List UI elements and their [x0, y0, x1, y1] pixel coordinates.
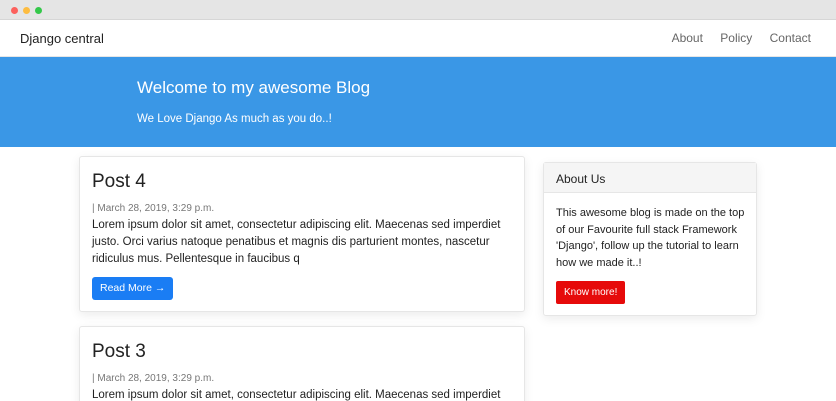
post-excerpt: Lorem ipsum dolor sit amet, consectetur … — [92, 219, 501, 265]
nav-link-policy[interactable]: Policy — [720, 31, 752, 45]
about-us-heading: About Us — [544, 163, 756, 193]
about-us-text: This awesome blog is made on the top of … — [556, 207, 745, 269]
navbar: Django central About Policy Contact — [0, 20, 836, 57]
post-date: | March 28, 2019, 3:29 p.m. — [92, 203, 215, 214]
minimize-window-icon[interactable] — [23, 7, 30, 14]
post-date: | March 28, 2019, 3:29 p.m. — [92, 373, 215, 384]
hero-title: Welcome to my awesome Blog — [137, 78, 371, 97]
about-us-widget: About Us This awesome blog is made on th… — [543, 162, 757, 316]
post-card: Post 4 | March 28, 2019, 3:29 p.m. Lorem… — [79, 156, 525, 312]
browser-chrome — [0, 0, 836, 20]
hero-subtitle: We Love Django As much as you do..! — [137, 113, 332, 125]
post-title[interactable]: Post 4 — [92, 171, 146, 193]
know-more-button[interactable]: Know more! — [556, 281, 626, 304]
post-card: Post 3 | March 28, 2019, 3:29 p.m. Lorem… — [79, 326, 525, 401]
nav-link-about[interactable]: About — [672, 31, 703, 45]
maximize-window-icon[interactable] — [35, 7, 42, 14]
hero-banner: Welcome to my awesome Blog We Love Djang… — [0, 57, 836, 147]
post-title[interactable]: Post 3 — [92, 341, 146, 363]
brand-link[interactable]: Django central — [20, 31, 104, 46]
post-excerpt: Lorem ipsum dolor sit amet, consectetur … — [92, 389, 501, 401]
close-window-icon[interactable] — [11, 7, 18, 14]
read-more-button[interactable]: Read More → — [92, 277, 174, 300]
nav-link-contact[interactable]: Contact — [770, 31, 811, 45]
nav-links: About Policy Contact — [658, 31, 811, 45]
